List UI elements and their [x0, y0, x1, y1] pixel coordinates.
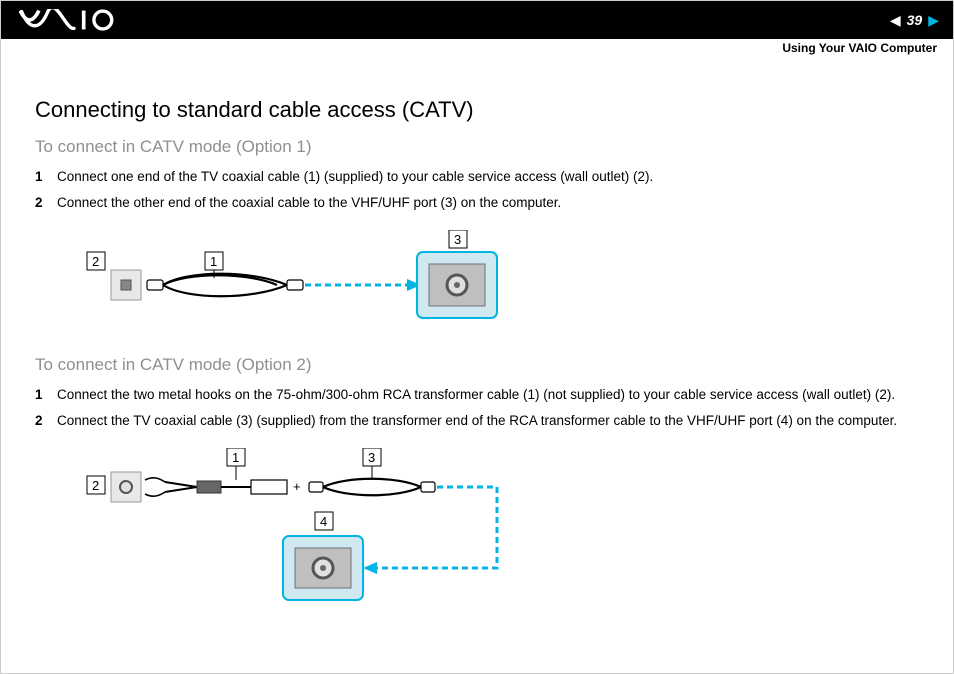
diagram-option1: 2 1	[77, 230, 919, 335]
section-title: Using Your VAIO Computer	[782, 41, 937, 55]
next-page-arrow-icon[interactable]: ▶	[928, 12, 939, 29]
callout-3b: 3	[368, 450, 375, 465]
diagram-option2: 2 +	[77, 448, 919, 613]
option2-heading: To connect in CATV mode (Option 2)	[35, 355, 919, 375]
option1-heading: To connect in CATV mode (Option 1)	[35, 137, 919, 157]
option2-steps: Connect the two metal hooks on the 75-oh…	[35, 385, 919, 430]
option1-step-2: Connect the other end of the coaxial cab…	[35, 193, 919, 213]
callout-4: 4	[320, 514, 327, 529]
page-navigator: ◀ 39 ▶	[890, 12, 939, 29]
page-number: 39	[907, 12, 923, 28]
option1-steps: Connect one end of the TV coaxial cable …	[35, 167, 919, 212]
option1-step-1: Connect one end of the TV coaxial cable …	[35, 167, 919, 187]
callout-1: 1	[210, 254, 217, 269]
prev-page-arrow-icon[interactable]: ◀	[890, 12, 901, 29]
option2-step-1: Connect the two metal hooks on the 75-oh…	[35, 385, 919, 405]
header-bar: ◀ 39 ▶	[1, 1, 953, 39]
callout-2b: 2	[92, 478, 99, 493]
option2-step-2: Connect the TV coaxial cable (3) (suppli…	[35, 411, 919, 431]
callout-1b: 1	[232, 450, 239, 465]
svg-text:+: +	[293, 479, 301, 494]
callout-2: 2	[92, 254, 99, 269]
callout-3: 3	[454, 232, 461, 247]
page-title: Connecting to standard cable access (CAT…	[35, 97, 919, 123]
content-area: Connecting to standard cable access (CAT…	[1, 39, 953, 613]
vaio-logo	[19, 9, 129, 31]
page-root: ◀ 39 ▶ Using Your VAIO Computer Connecti…	[0, 0, 954, 674]
